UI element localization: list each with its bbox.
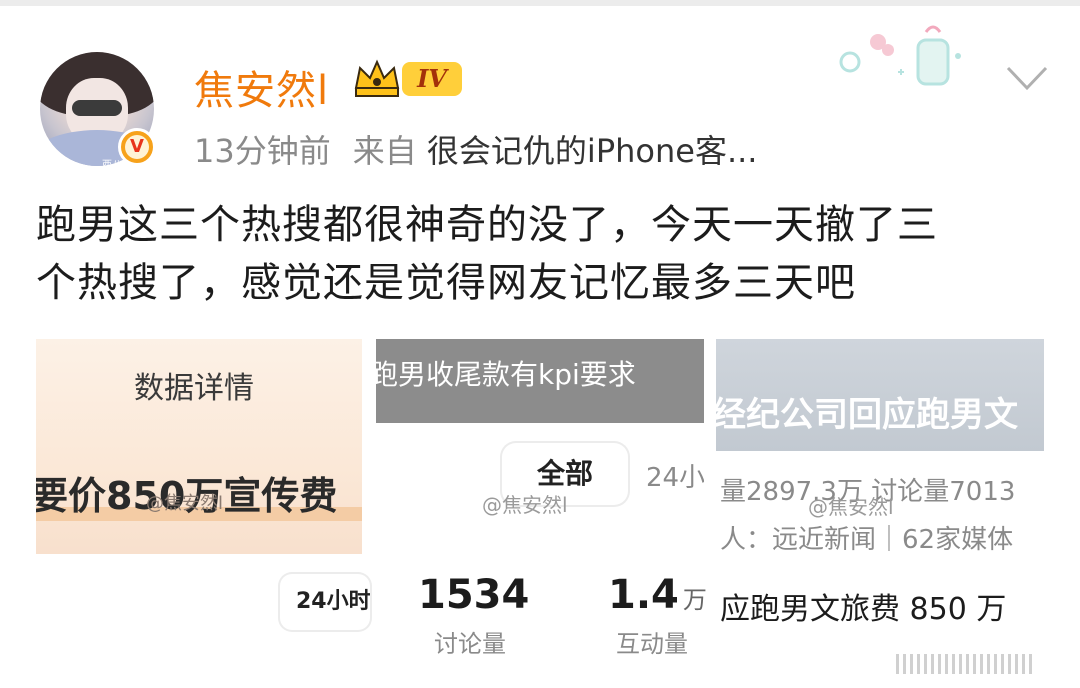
image-source-line: 人：远近新闻｜62家媒体 [720, 525, 1014, 554]
discussion-label: 讨论量 [434, 630, 506, 658]
time-range-pill: 24小时 [280, 574, 370, 630]
interaction-unit: 万 [682, 586, 707, 614]
crown-icon [354, 59, 400, 97]
verified-badge-icon: V [118, 128, 156, 166]
image-watermark: @焦安然l [146, 493, 224, 514]
post-meta: 13分钟前 来自 很会记仇的iPhone客... [194, 126, 757, 172]
post-source[interactable]: 很会记仇的iPhone客... [427, 132, 758, 170]
image-header-bar: 跑男收尾款有kpi要求 [376, 339, 704, 423]
sticker-decoration-icon [839, 25, 961, 86]
post-text: 跑男这三个热搜都很神奇的没了，今天一天撤了三 个热搜了，感觉还是觉得网友记忆最多… [36, 196, 1036, 312]
user-level-badge: IV [402, 62, 462, 96]
image-caption: 应跑男文旅费 850 万 [720, 592, 1007, 627]
interaction-label: 互动量 [616, 630, 688, 658]
avatar-sunglasses [72, 100, 122, 116]
bottom-watermark [896, 654, 1056, 674]
from-label: 来自 [352, 132, 417, 170]
image-header-bar: 经纪公司回应跑男文 [716, 339, 1044, 451]
post-text-line: 个热搜了，感觉还是觉得网友记忆最多三天吧 [36, 260, 856, 306]
post-image-1[interactable]: 数据详情 要价850万宣传费 @焦安然l [36, 339, 362, 554]
top-divider [0, 0, 1080, 6]
avatar-tag: 西八 [102, 160, 122, 166]
image-watermark: @焦安然l [482, 493, 568, 517]
post-time: 13分钟前 [194, 132, 331, 170]
username[interactable]: 焦安然l [194, 58, 329, 116]
image-top-text: 数据详情 [134, 371, 254, 406]
post-text-line: 跑男这三个热搜都很神奇的没了，今天一天撤了三 [36, 202, 938, 248]
interaction-count: 1.4 万 [608, 572, 707, 618]
chevron-down-icon[interactable] [1006, 66, 1048, 92]
discussion-count: 1534 [418, 572, 530, 618]
post-image-3[interactable]: 经纪公司回应跑男文 量2897.3万 讨论量7013 人：远近新闻｜62家媒体 … [716, 339, 1044, 554]
image-watermark: @焦安然l [808, 495, 894, 519]
post-image-2[interactable]: 跑男收尾款有kpi要求 全部 24小 @焦安然l [376, 339, 704, 554]
tab-24h: 24小 [646, 463, 704, 493]
